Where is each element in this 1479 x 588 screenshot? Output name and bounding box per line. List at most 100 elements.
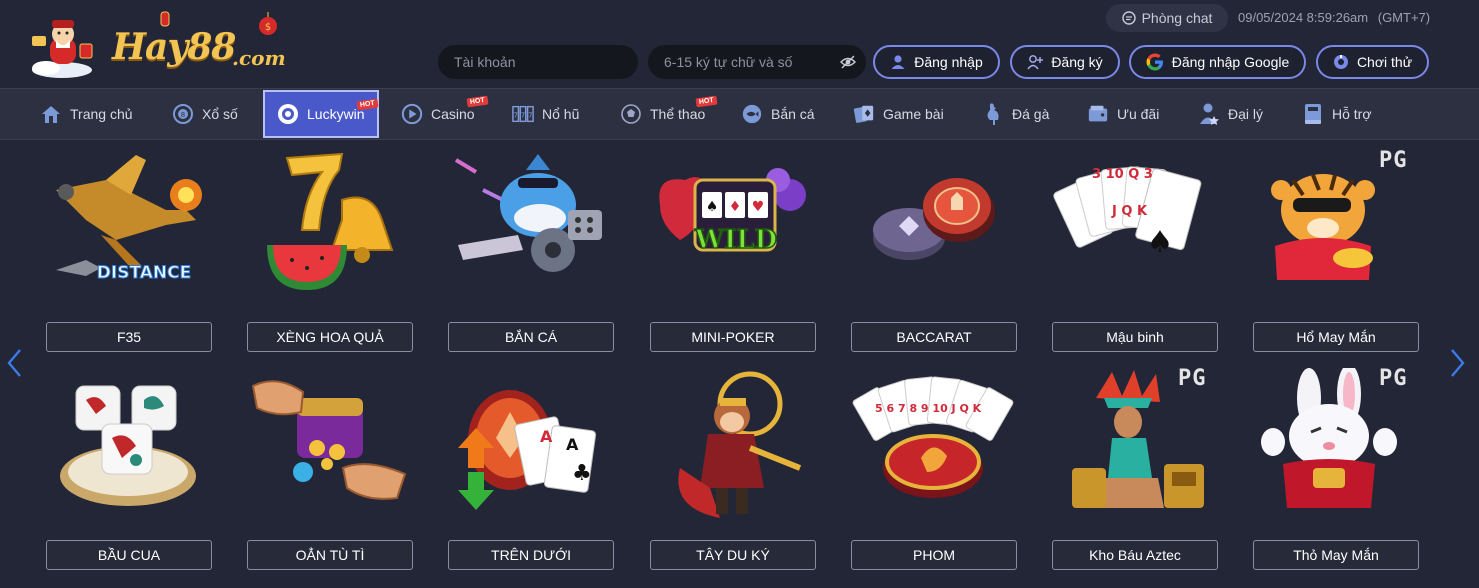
try-label: Chơi thử — [1356, 54, 1413, 70]
pg-badge: PG — [1379, 148, 1408, 173]
svg-text:♠: ♠ — [706, 199, 719, 215]
game-label[interactable]: BACCARAT — [851, 322, 1017, 352]
svg-text:DISTANCE: DISTANCE — [97, 263, 191, 283]
rabbit-art — [1261, 368, 1397, 508]
nav-label: Đá gà — [1012, 106, 1050, 122]
game-label[interactable]: OẲN TÙ TÌ — [247, 540, 413, 570]
game-card-lucky-tiger[interactable]: PG Hổ May Mắn — [1253, 148, 1419, 352]
nav-item-sports[interactable]: Thể thao HOT — [620, 89, 718, 139]
game-label[interactable]: Mậu binh — [1052, 322, 1218, 352]
slot-icon: 777 — [512, 103, 534, 125]
nav-item-luckywin[interactable]: Luckywin HOT — [263, 90, 379, 138]
svg-text:5 6 7 8 9 10 J Q K: 5 6 7 8 9 10 J Q K — [875, 402, 982, 415]
google-login-button[interactable]: Đăng nhập Google — [1129, 45, 1306, 79]
chat-button[interactable]: Phòng chat — [1106, 4, 1228, 32]
game-card-up-down[interactable]: A A ♣ TRÊN DƯỚI — [448, 368, 614, 570]
game-label[interactable]: BẮN CÁ — [448, 322, 614, 352]
game-card-mini-poker[interactable]: ♠ ♦ ♥ WILD MINI-POKER — [650, 150, 816, 352]
god-of-wealth-icon — [32, 20, 93, 78]
nav-item-home[interactable]: Trang chủ — [40, 89, 133, 139]
nav-item-agent[interactable]: Đại lý — [1198, 89, 1263, 139]
dice-plate-art — [60, 385, 196, 506]
chat-icon — [1121, 11, 1136, 25]
game-card-baccarat[interactable]: BACCARAT — [851, 150, 1017, 352]
nav-item-fishing[interactable]: Bắn cá — [741, 89, 815, 139]
home-icon — [40, 103, 62, 125]
nav-label: Thể thao — [650, 106, 706, 122]
game-card-rock-paper-scissors[interactable]: OẲN TÙ TÌ — [247, 368, 413, 570]
game-card-lucky-rabbit[interactable]: PG Thỏ May Mắn — [1253, 366, 1419, 570]
nav-item-cockfight[interactable]: Đá gà — [982, 89, 1049, 139]
user-icon — [891, 55, 905, 69]
nav-item-promotions[interactable]: Ưu đãi — [1087, 89, 1159, 139]
fists-chest-art — [251, 380, 407, 500]
cards-icon — [853, 103, 875, 125]
lantern-small-icon — [160, 11, 170, 27]
svg-text:A: A — [566, 435, 579, 454]
nav-item-casino[interactable]: Casino HOT — [401, 89, 489, 139]
game-label[interactable]: PHOM — [851, 540, 1017, 570]
game-label[interactable]: BẦU CUA — [46, 540, 212, 570]
nav-item-card-games[interactable]: Game bài — [853, 89, 944, 139]
game-card-phom[interactable]: 5 6 7 8 9 10 J Q K PHOM — [851, 368, 1017, 570]
hot-badge: HOT — [356, 98, 379, 111]
logo-text: Hay88 — [112, 26, 236, 68]
game-label[interactable]: TÂY DU KÝ — [650, 540, 816, 570]
hot-badge: HOT — [695, 95, 718, 108]
card-fan-art: 3 10 Q 3 J Q K ♠ — [1053, 166, 1202, 260]
game-label[interactable]: XÈNG HOA QUẢ — [247, 322, 413, 352]
register-button[interactable]: Đăng ký — [1010, 45, 1120, 79]
svg-text:8: 8 — [181, 111, 185, 119]
try-play-button[interactable]: Chơi thử — [1316, 45, 1429, 79]
svg-text:♥: ♥ — [752, 199, 765, 215]
game-label[interactable]: Hổ May Mắn — [1253, 322, 1419, 352]
game-label[interactable]: Thỏ May Mắn — [1253, 540, 1419, 570]
nav-label: Hỗ trợ — [1332, 106, 1372, 122]
chip-icon — [277, 103, 299, 125]
timezone: (GMT+7) — [1377, 10, 1431, 25]
game-label[interactable]: TRÊN DƯỚI — [448, 540, 614, 570]
game-label[interactable]: F35 — [46, 322, 212, 352]
game-card-fruit[interactable]: XÈNG HOA QUẢ — [247, 150, 413, 352]
chevron-right-icon[interactable] — [1448, 348, 1468, 378]
svg-text:A: A — [540, 427, 553, 446]
google-icon — [1146, 53, 1163, 71]
datetime: 09/05/2024 8:59:26am (GMT+7) — [1238, 10, 1430, 25]
pg-badge: PG — [1379, 366, 1408, 391]
svg-text:7: 7 — [521, 111, 526, 120]
nav-label: Trang chủ — [70, 106, 133, 122]
game-grid: DISTANCE F35 XÈNG HOA QUẢ BẮN CÁ ♠ ♦ ♥ W… — [0, 140, 1479, 588]
game-label[interactable]: Kho Báu Aztec — [1052, 540, 1218, 570]
svg-text:7: 7 — [528, 111, 533, 120]
nav-label: Casino — [431, 106, 475, 122]
game-card-bau-cua[interactable]: BẦU CUA — [46, 368, 212, 570]
tiger-art — [1271, 174, 1375, 280]
lantern-icon: $ — [259, 12, 277, 35]
game-card-aztec[interactable]: PG Kho Báu Aztec — [1052, 366, 1218, 570]
username-input[interactable]: Tài khoản — [438, 45, 638, 79]
chevron-left-icon[interactable] — [4, 348, 24, 378]
nav-item-lottery[interactable]: 8 Xổ số — [172, 89, 238, 139]
game-card-f35[interactable]: DISTANCE F35 — [46, 150, 212, 352]
game-card-fishing[interactable]: BẮN CÁ — [448, 150, 614, 352]
nav-label: Nổ hũ — [542, 106, 580, 122]
login-button[interactable]: Đăng nhập — [873, 45, 1000, 79]
monkey-king-art — [678, 371, 802, 518]
nav-label: Ưu đãi — [1117, 106, 1160, 122]
cards-chip-art: 5 6 7 8 9 10 J Q K — [852, 376, 1014, 498]
svg-text:3 10 Q 3: 3 10 Q 3 — [1092, 167, 1153, 182]
game-label[interactable]: MINI-POKER — [650, 322, 816, 352]
google-label: Đăng nhập Google — [1171, 54, 1290, 70]
book-icon — [1302, 103, 1324, 125]
nav-item-slots[interactable]: 777 Nổ hũ — [512, 89, 579, 139]
game-card-journey-west[interactable]: TÂY DU KÝ — [650, 368, 816, 570]
eye-icon[interactable] — [840, 55, 856, 69]
hot-badge: HOT — [466, 95, 489, 108]
site-logo[interactable]: Hay88 .com $ — [26, 10, 286, 78]
svg-text:J Q K: J Q K — [1111, 204, 1148, 219]
game-card-mau-binh[interactable]: 3 10 Q 3 J Q K ♠ Mậu binh — [1052, 150, 1218, 352]
svg-text:♠: ♠ — [1147, 225, 1174, 260]
shark-gun-art — [454, 154, 602, 272]
nav-item-support[interactable]: Hỗ trợ — [1302, 89, 1372, 139]
password-input[interactable]: 6-15 ký tự chữ và số — [648, 45, 866, 79]
